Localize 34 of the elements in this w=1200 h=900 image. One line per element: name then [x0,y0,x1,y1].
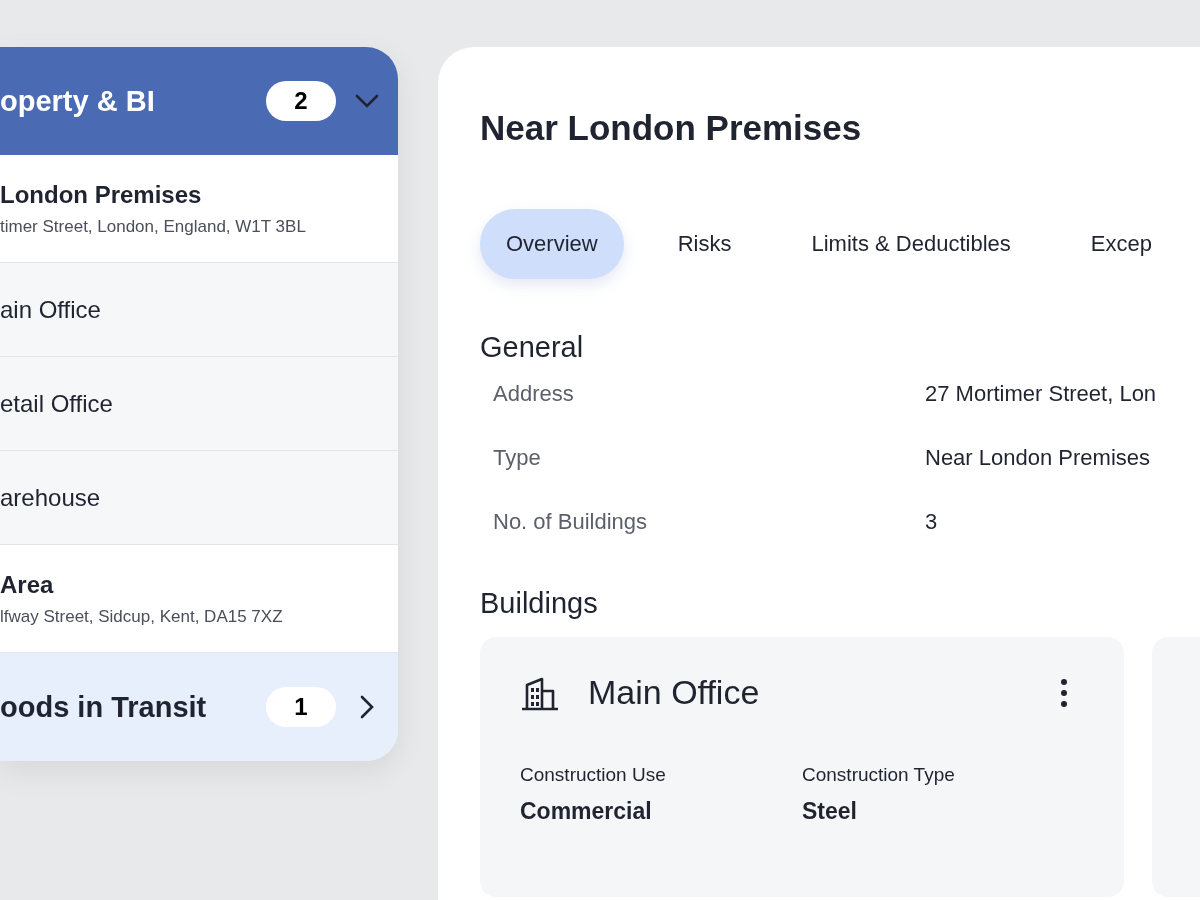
count-badge: 2 [266,81,336,121]
tab[interactable]: Excep [1064,209,1178,279]
page-title: Near London Premises [480,107,863,149]
tab[interactable]: Risks [651,209,758,279]
section-header[interactable]: oods in Transit 1 [0,653,398,761]
field-value: Steel [802,798,858,825]
field-label: No. of Buildings [493,508,649,536]
location-address: lfway Street, Sidcup, Kent, DA15 7XZ [0,606,284,627]
section-heading: General [480,330,585,365]
count-badge: 1 [266,687,336,727]
field-label: Construction Type [802,764,956,786]
field-label: Construction Use [520,764,667,786]
location-address: timer Street, London, England, W1T 3BL [0,216,307,237]
field-value: Near London Premises [925,444,1151,472]
building-item[interactable]: ain Office [0,263,398,357]
field-value: 3 [925,508,939,536]
location-name: Area [0,570,55,599]
section-header[interactable]: operty & BI 2 [0,47,398,155]
location-item[interactable]: Area lfway Street, Sidcup, Kent, DA15 7XZ [0,545,398,653]
building-name: Main Office [588,673,761,712]
section-title: oods in Transit [0,690,208,724]
building-item[interactable]: arehouse [0,451,398,545]
field-label: Address [493,380,575,408]
section-heading: Buildings [480,586,599,621]
location-name: London Premises [0,180,203,209]
field-label: Type [493,444,542,472]
more-icon[interactable] [1060,677,1068,708]
building-item[interactable]: etail Office [0,357,398,451]
tab[interactable]: Limits & Deductibles [785,209,1037,279]
location-item[interactable]: London Premises timer Street, London, England, W1T 3BL [0,155,398,263]
section-title: operty & BI [0,84,156,118]
field-value: Commercial [520,798,653,825]
field-value: 27 Mortimer Street, Lon [925,380,1158,408]
tab[interactable]: Overview [480,209,624,279]
